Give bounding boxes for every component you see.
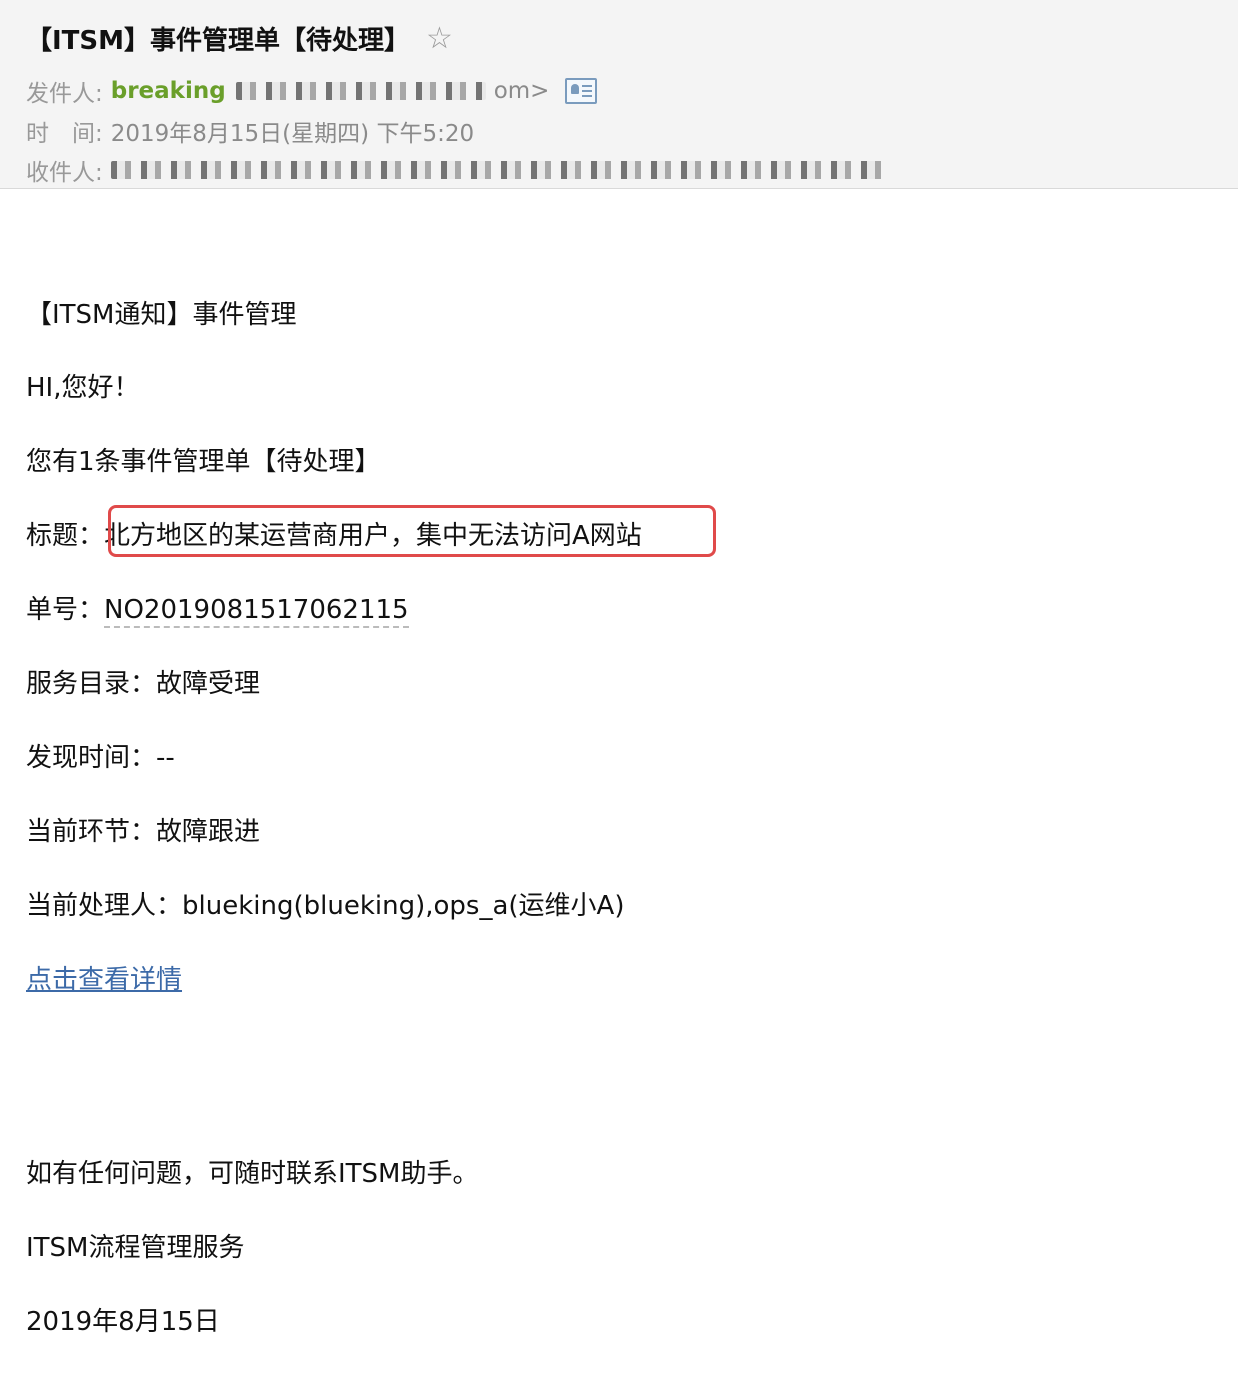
handler-line: 当前处理人：blueking(blueking),ops_a(运维小A) (26, 891, 624, 922)
contact-card-icon[interactable] (565, 78, 598, 104)
time-row: 时 间: 2019年8月15日(星期四) 下午5:20 (26, 114, 474, 148)
title-label: 标题： (26, 521, 105, 551)
notice-title: 【ITSM通知】事件管理 (26, 300, 297, 330)
title-line: 标题：北方地区的某运营商用户，集中无法访问A网站 (26, 505, 716, 557)
service-name: ITSM流程管理服务 (26, 1233, 245, 1263)
handler-value: blueking(blueking),ops_a(运维小A) (182, 891, 625, 921)
from-label: 发件人: (26, 81, 103, 107)
recipients-redacted (110, 161, 891, 179)
pending-text: 您有1条事件管理单【待处理】 (26, 447, 381, 477)
handler-label: 当前处理人： (26, 891, 183, 921)
to-row: 收件人: (26, 153, 891, 187)
sender-email-tail: om> (493, 78, 550, 104)
found-time-label: 发现时间： (26, 743, 157, 773)
found-time-line: 发现时间：-- (26, 743, 175, 774)
subject-row: 【ITSM】事件管理单【待处理】 ☆ (26, 20, 453, 57)
contact-text: 如有任何问题，可随时联系ITSM助手。 (26, 1159, 479, 1189)
current-stage-line: 当前环节：故障跟进 (26, 817, 260, 848)
email-date: 2019年8月15日 (26, 1307, 220, 1337)
star-icon[interactable]: ☆ (426, 21, 453, 56)
email-subject: 【ITSM】事件管理单【待处理】 (26, 26, 411, 56)
current-stage-value: 故障跟进 (156, 817, 261, 847)
from-row: 发件人: breaking om> (26, 74, 598, 108)
title-highlight-box (108, 505, 716, 557)
sender-name[interactable]: breaking (111, 78, 226, 104)
to-label: 收件人: (26, 160, 103, 186)
sender-email-redacted (235, 82, 486, 100)
detail-line: 点击查看详情 (26, 965, 182, 996)
found-time-value: -- (156, 743, 175, 773)
catalog-label: 服务目录： (26, 669, 157, 699)
catalog-line: 服务目录：故障受理 (26, 669, 260, 700)
number-line: 单号：NO2019081517062115 (26, 595, 409, 628)
ticket-number[interactable]: NO2019081517062115 (104, 595, 409, 628)
current-stage-label: 当前环节： (26, 817, 157, 847)
greeting: HI,您好！ (26, 373, 140, 403)
time-label: 时 间: (26, 121, 103, 147)
number-label: 单号： (26, 595, 105, 625)
time-value: 2019年8月15日(星期四) 下午5:20 (110, 121, 475, 147)
email-header: 【ITSM】事件管理单【待处理】 ☆ 发件人: breaking om> 时 间… (0, 0, 1238, 189)
catalog-value: 故障受理 (156, 669, 261, 699)
view-details-link[interactable]: 点击查看详情 (26, 965, 182, 995)
